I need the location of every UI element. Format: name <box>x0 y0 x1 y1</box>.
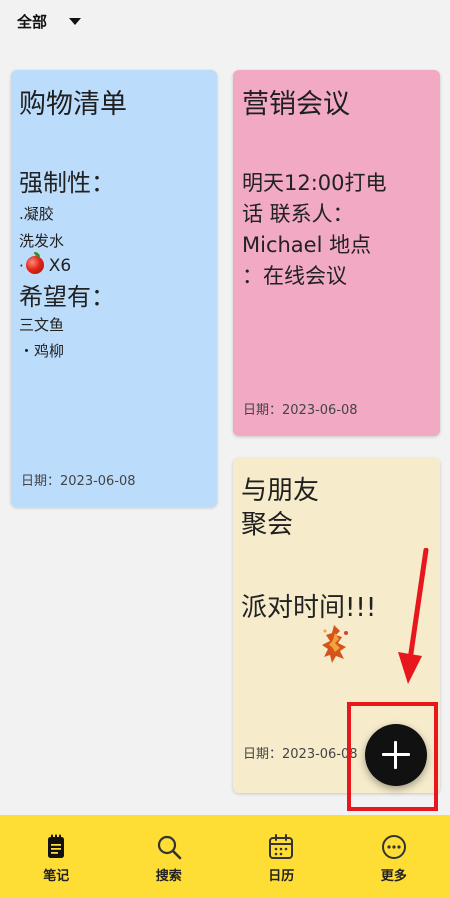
notes-icon <box>48 834 65 858</box>
note-line: Michael 地点 <box>242 233 372 257</box>
note-title: 购物清单 <box>19 89 127 120</box>
note-line: 明天12:00打电 <box>242 171 387 195</box>
note-line: ・鸡柳 <box>19 342 65 360</box>
note-line: 强制性： <box>19 169 115 197</box>
note-line: 三文鱼 <box>19 316 65 334</box>
note-date: 日期：2023-06-08 <box>21 474 136 489</box>
bottom-nav: 笔记 搜索 日历 更多 <box>0 815 450 898</box>
note-line: 洗发水 <box>19 232 65 250</box>
calendar-icon <box>269 834 294 859</box>
note-line: 希望有： <box>19 283 115 311</box>
note-date: 日期：2023-06-08 <box>243 747 358 762</box>
nav-item-notes[interactable]: 笔记 <box>0 815 113 898</box>
party-sticker-icon <box>322 625 348 663</box>
filter-label: 全部 <box>17 12 48 31</box>
note-line: 话 联系人： <box>242 202 354 226</box>
category-filter-dropdown[interactable]: 全部 <box>17 8 82 34</box>
nav-label: 笔记 <box>43 869 70 884</box>
note-line-apple: · X6 <box>19 252 72 276</box>
note-card-shopping-list[interactable]: 购物清单 强制性： .凝胶 洗发水 · X6 希望有： 三文鱼 ・鸡柳 日期：20… <box>11 70 217 507</box>
nav-label: 日历 <box>268 869 295 884</box>
nav-item-search[interactable]: 搜索 <box>113 815 226 898</box>
caret-down-icon <box>69 17 82 25</box>
note-line: ：在线会议 <box>242 264 347 288</box>
note-line: 派对时间!!! <box>241 593 377 623</box>
more-icon <box>381 835 406 859</box>
note-title-line: 聚会 <box>241 510 294 540</box>
plus-icon <box>382 741 410 769</box>
nav-label: 搜索 <box>155 869 182 884</box>
note-title-line: 与朋友 <box>241 476 320 506</box>
note-title: 营销会议 <box>242 89 350 120</box>
nav-item-more[interactable]: 更多 <box>338 815 450 898</box>
search-icon <box>157 835 182 860</box>
apple-icon <box>25 252 44 274</box>
note-card-marketing-meeting[interactable]: 营销会议 明天12:00打电 话 联系人： Michael 地点 ：在线会议 日… <box>233 70 440 436</box>
nav-label: 更多 <box>380 869 407 884</box>
note-date: 日期：2023-06-08 <box>243 403 358 418</box>
add-note-button[interactable] <box>365 724 427 786</box>
note-line: .凝胶 <box>19 205 54 223</box>
nav-item-calendar[interactable]: 日历 <box>225 815 338 898</box>
app-screen: 全部 购物清单 强制性： .凝胶 洗发水 · X6 希望有： 三文鱼 ・鸡柳 日期… <box>0 0 450 898</box>
